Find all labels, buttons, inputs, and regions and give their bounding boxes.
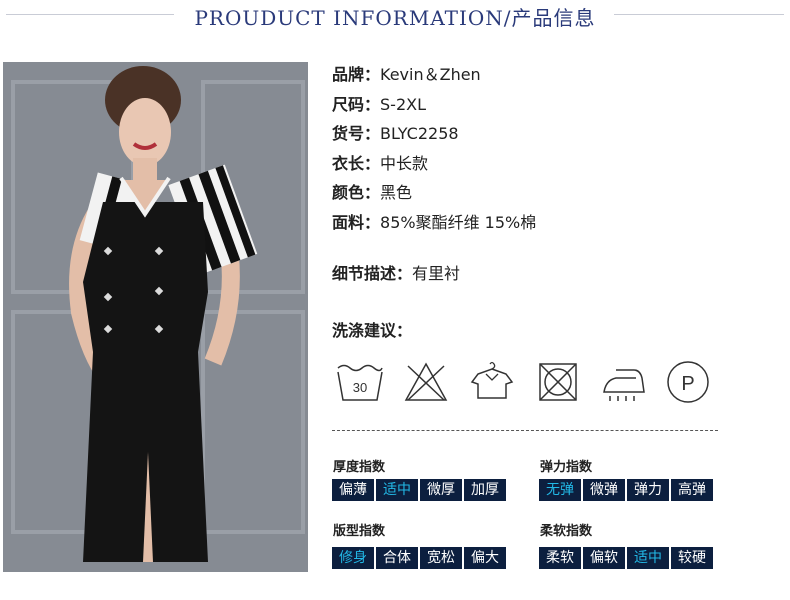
header-rule-left	[6, 14, 174, 15]
low-iron-icon	[598, 360, 650, 404]
info-detail: 细节描述：有里衬	[332, 264, 461, 283]
fit-option: 修身	[332, 547, 374, 569]
svg-text:30: 30	[353, 380, 367, 395]
divider	[332, 430, 718, 431]
product-photo	[3, 62, 308, 572]
thickness-option: 加厚	[464, 479, 506, 501]
softness-index: 柔软 偏软 适中 较硬	[539, 547, 713, 569]
fit-option: 合体	[376, 547, 418, 569]
thickness-option: 微厚	[420, 479, 462, 501]
no-bleach-icon	[400, 360, 452, 404]
softness-option: 较硬	[671, 547, 713, 569]
info-size: 尺码：S-2XL	[332, 94, 426, 114]
fit-index: 修身 合体 宽松 偏大	[332, 547, 506, 569]
info-sku: 货号：BLYC2258	[332, 124, 459, 143]
hang-dry-icon	[466, 360, 518, 404]
info-brand: 品牌：Kevin＆Zhen	[332, 65, 481, 84]
elasticity-option: 高弹	[671, 479, 713, 501]
product-info: 品牌：Kevin＆Zhen 尺码：S-2XL 货号：BLYC2258 衣长：中长…	[332, 64, 536, 241]
no-tumble-dry-icon	[532, 360, 584, 404]
header-rule-right	[614, 14, 784, 15]
softness-option: 柔软	[539, 547, 581, 569]
thickness-index-title: 厚度指数	[333, 460, 386, 475]
elasticity-option: 无弹	[539, 479, 581, 501]
dry-clean-p-icon: P	[660, 360, 712, 404]
info-fabric: 面料：85%聚酯纤维 15%棉	[332, 212, 537, 232]
fit-option: 宽松	[420, 547, 462, 569]
elasticity-index: 无弹 微弹 弹力 高弹	[539, 479, 713, 501]
softness-option: 偏软	[583, 547, 625, 569]
thickness-index: 偏薄 适中 微厚 加厚	[332, 479, 506, 501]
elasticity-option: 微弹	[583, 479, 625, 501]
page-title: PROUDUCT INFORMATION/产品信息	[194, 6, 596, 30]
thickness-option: 偏薄	[332, 479, 374, 501]
fit-index-title: 版型指数	[333, 524, 386, 539]
elasticity-index-title: 弹力指数	[540, 460, 593, 475]
fit-option: 偏大	[464, 547, 506, 569]
info-length: 衣长：中长款	[332, 153, 429, 173]
svg-text:P: P	[681, 373, 694, 395]
wash-30-icon: 30	[334, 360, 386, 404]
care-title: 洗涤建议：	[332, 321, 413, 340]
elasticity-option: 弹力	[627, 479, 669, 501]
softness-index-title: 柔软指数	[540, 524, 593, 539]
thickness-option: 适中	[376, 479, 418, 501]
softness-option: 适中	[627, 547, 669, 569]
info-color: 颜色：黑色	[332, 183, 413, 202]
